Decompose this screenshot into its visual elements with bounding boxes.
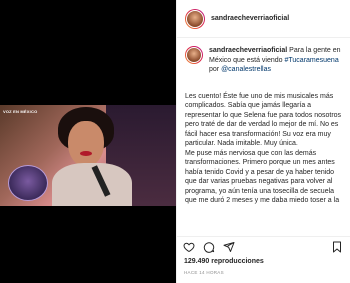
video-inset-circle xyxy=(8,165,48,201)
caption-hashtag[interactable]: #Tucaramesuena xyxy=(285,57,339,64)
caption-row: sandraecheverriaoficial Para la gente en… xyxy=(185,46,345,75)
caption-text: sandraecheverriaoficial Para la gente en… xyxy=(209,46,345,75)
singer-lips xyxy=(80,151,92,156)
view-count: 129.490 reproducciones xyxy=(184,258,264,265)
post-header: sandraecheverriaoficial xyxy=(177,0,350,38)
caption-por: por xyxy=(209,66,220,73)
video-overlay-tag: VOZ EN MÉXICO xyxy=(3,109,38,114)
caption-mention[interactable]: @canalestrellas xyxy=(221,66,271,73)
header-username[interactable]: sandraecheverriaoficial xyxy=(211,15,289,22)
post-timestamp[interactable]: HACE 14 HORAS xyxy=(184,270,224,275)
comment-icon[interactable] xyxy=(202,240,216,254)
singer-face xyxy=(68,121,104,167)
bookmark-icon[interactable] xyxy=(330,240,344,254)
share-icon[interactable] xyxy=(222,240,236,254)
caption-area: sandraecheverriaoficial Para la gente en… xyxy=(185,46,345,236)
post-media[interactable]: VOZ EN MÉXICO xyxy=(0,0,176,283)
action-bar xyxy=(176,236,350,256)
heart-icon[interactable] xyxy=(182,240,196,254)
caption-body: Les cuento! Éste fue uno de mis musicale… xyxy=(185,92,342,205)
avatar[interactable] xyxy=(185,8,205,29)
caption-username[interactable]: sandraecheverriaoficial xyxy=(209,47,287,54)
caption-avatar[interactable] xyxy=(185,46,203,64)
video-player[interactable]: VOZ EN MÉXICO xyxy=(0,105,176,206)
